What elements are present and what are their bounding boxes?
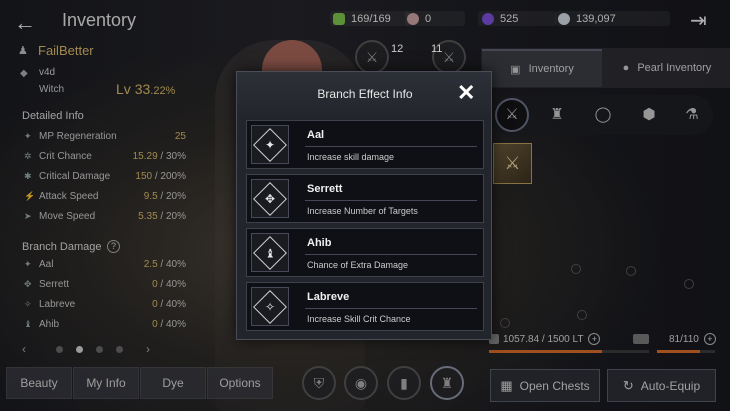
modal-title: Branch Effect Info <box>317 87 413 101</box>
divider <box>305 200 477 201</box>
effect-description: Increase skill damage <box>307 152 395 162</box>
serrett-effect-icon: ✥ <box>251 179 289 218</box>
equip-badge: 12 <box>391 43 404 55</box>
effect-card-ahib: ♝ Ahib Chance of Extra Damage <box>246 228 484 277</box>
effect-card-labreve: ✧ Labreve Increase Skill Crit Chance <box>246 282 484 331</box>
effect-name: Labreve <box>307 291 350 303</box>
branch-effect-modal: Branch Effect Info ✕ ✦ Aal Increase skil… <box>236 71 492 340</box>
ahib-effect-icon: ♝ <box>251 233 289 272</box>
effect-card-aal: ✦ Aal Increase skill damage <box>246 120 484 169</box>
divider <box>305 146 477 147</box>
close-icon[interactable]: ✕ <box>457 82 475 104</box>
effect-card-serrett: ✥ Serrett Increase Number of Targets <box>246 174 484 223</box>
effect-description: Increase Skill Crit Chance <box>307 314 411 324</box>
divider <box>305 254 477 255</box>
divider <box>305 308 477 309</box>
aal-effect-icon: ✦ <box>251 125 289 164</box>
effect-name: Serrett <box>307 183 343 195</box>
equip-badge: 11 <box>431 43 443 55</box>
effect-name: Aal <box>307 129 325 141</box>
effect-name: Ahib <box>307 237 332 249</box>
effect-description: Chance of Extra Damage <box>307 260 409 270</box>
effect-description: Increase Number of Targets <box>307 206 418 216</box>
labreve-effect-icon: ✧ <box>251 287 289 326</box>
